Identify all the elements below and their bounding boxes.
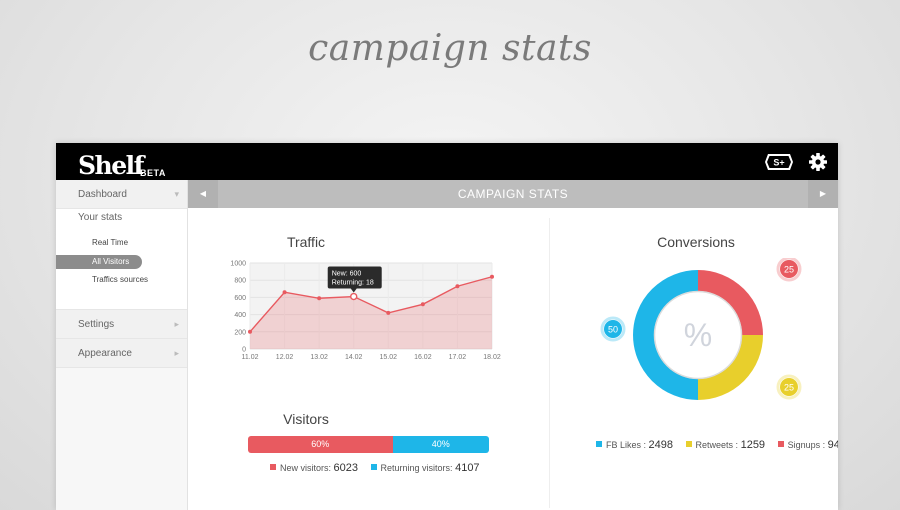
x-tick-label: 13.02 [310,354,328,361]
data-point [248,329,252,334]
legend-value: 1259 [740,439,766,451]
y-tick-label: 1000 [230,261,246,268]
legend-value: 942 [827,439,838,451]
logo-beta-tag: BETA [140,168,166,178]
next-arrow-icon[interactable]: ▶ [808,180,838,208]
sidebar-your-stats-panel: Your stats Real Time All Visitors Traffi… [56,209,187,310]
sidebar-subitem-all-visitors[interactable]: All Visitors [92,257,129,266]
page-title: CAMPAIGN STATS [457,187,569,201]
sidebar-item-dashboard[interactable]: Dashboard ▾ [56,180,187,209]
legend-value: 4107 [455,462,480,474]
sidebar: Dashboard ▾ Your stats Real Time All Vis… [56,180,188,510]
top-bar: Shelf BETA S+ [56,143,838,180]
legend-swatch [777,441,784,447]
x-tick-label: 18.02 [483,354,501,361]
traffic-title: Traffic [286,234,326,250]
title-bar: CAMPAIGN STATS ◀ ▶ [188,180,838,208]
legend-label: New visitors: [280,463,332,473]
traffic-chart: 0 200 400 600 800 1000 11.02 12.02 13.02 14.02 15.… [230,261,501,362]
sidebar-item-appearance[interactable]: Appearance ▸ [56,339,187,368]
gear-icon[interactable] [808,152,828,172]
visitors-new-segment: 60% [248,436,393,453]
donut-center-symbol: % [684,317,712,353]
x-tick-label: 15.02 [380,354,398,361]
y-tick-label: 400 [234,312,246,319]
legend-value: 2498 [648,439,674,451]
conversions-donut-chart: % 25 25 50 [600,258,802,400]
x-tick-label: 14.02 [345,354,363,361]
y-tick-label: 0 [242,347,246,354]
y-tick-label: 600 [234,295,246,302]
sidebar-your-stats-label: Your stats [78,212,123,223]
sidebar-item-label: Dashboard [78,189,127,200]
data-point [282,290,287,295]
conversions-legend: FB Likes : 2498 Retweets : 1259 Signups … [596,439,838,451]
legend-item-new-visitors: New visitors: 6023 [270,462,361,474]
previous-arrow-icon[interactable]: ◀ [188,180,218,208]
sidebar-item-label: Appearance [78,348,132,359]
legend-item-signups: Signups : 942 [777,439,838,451]
legend-item-retweets: Retweets : 1259 [685,439,768,451]
tooltip-line-2: Returning: 18 [332,280,374,287]
legend-label: Returning visitors: [380,463,453,473]
legend-label: Signups : [787,440,826,450]
legend-item-fb-likes: FB Likes : 2498 [596,439,676,451]
x-tick-label: 16.02 [414,354,432,361]
legend-swatch [270,464,276,470]
y-tick-label: 800 [234,278,246,285]
sidebar-subitem-real-time[interactable]: Real Time [92,238,128,247]
data-point [386,310,391,315]
visitors-returning-pct: 40% [431,439,450,449]
value-badge-label: 25 [784,265,794,275]
y-tick-label: 200 [234,329,246,336]
legend-swatch [685,441,692,447]
conversions-title: Conversions [657,234,735,250]
s-plus-badge-icon[interactable]: S+ [764,153,794,171]
chevron-right-icon: ▸ [174,319,179,329]
legend-label: Retweets : [695,440,739,450]
chevron-right-icon: ▸ [174,348,179,358]
data-point-highlighted [350,292,358,301]
x-tick-label: 17.02 [449,354,467,361]
x-tick-label: 11.02 [242,354,259,361]
visitors-title: Visitors [283,411,329,427]
data-point [420,302,425,307]
data-point [490,274,494,279]
visitors-bar: 60% 40% [248,436,489,453]
page-heading: campaign stats [308,28,592,69]
chevron-down-icon: ▾ [174,189,179,199]
s-plus-badge-text: S+ [773,158,784,168]
legend-swatch [370,464,377,470]
value-badge-label: 25 [784,383,794,393]
legend-swatch [596,441,602,447]
sidebar-item-label: Settings [78,319,115,330]
legend-label: FB Likes : [606,440,647,450]
legend-item-returning-visitors: Returning visitors: 4107 [370,462,480,474]
x-tick-label: 12.02 [276,354,294,361]
data-point [317,296,322,301]
legend-value: 6023 [333,462,359,474]
value-badge-label: 50 [608,325,618,335]
visitors-new-pct: 60% [311,439,330,449]
sidebar-item-settings[interactable]: Settings ▸ [56,310,187,339]
sidebar-subitem-traffics-sources[interactable]: Traffics sources [92,275,148,284]
visitors-returning-segment: 40% [392,436,489,453]
panel-divider [549,218,550,508]
tooltip-line-1: New: 600 [332,271,362,278]
data-point [455,284,460,289]
visitors-legend: New visitors: 6023 Returning visitors: 4… [270,462,490,474]
logo[interactable]: Shelf [78,151,144,181]
app-window: Shelf BETA S+ Dashboard ▾ Your stats Rea… [56,143,838,510]
